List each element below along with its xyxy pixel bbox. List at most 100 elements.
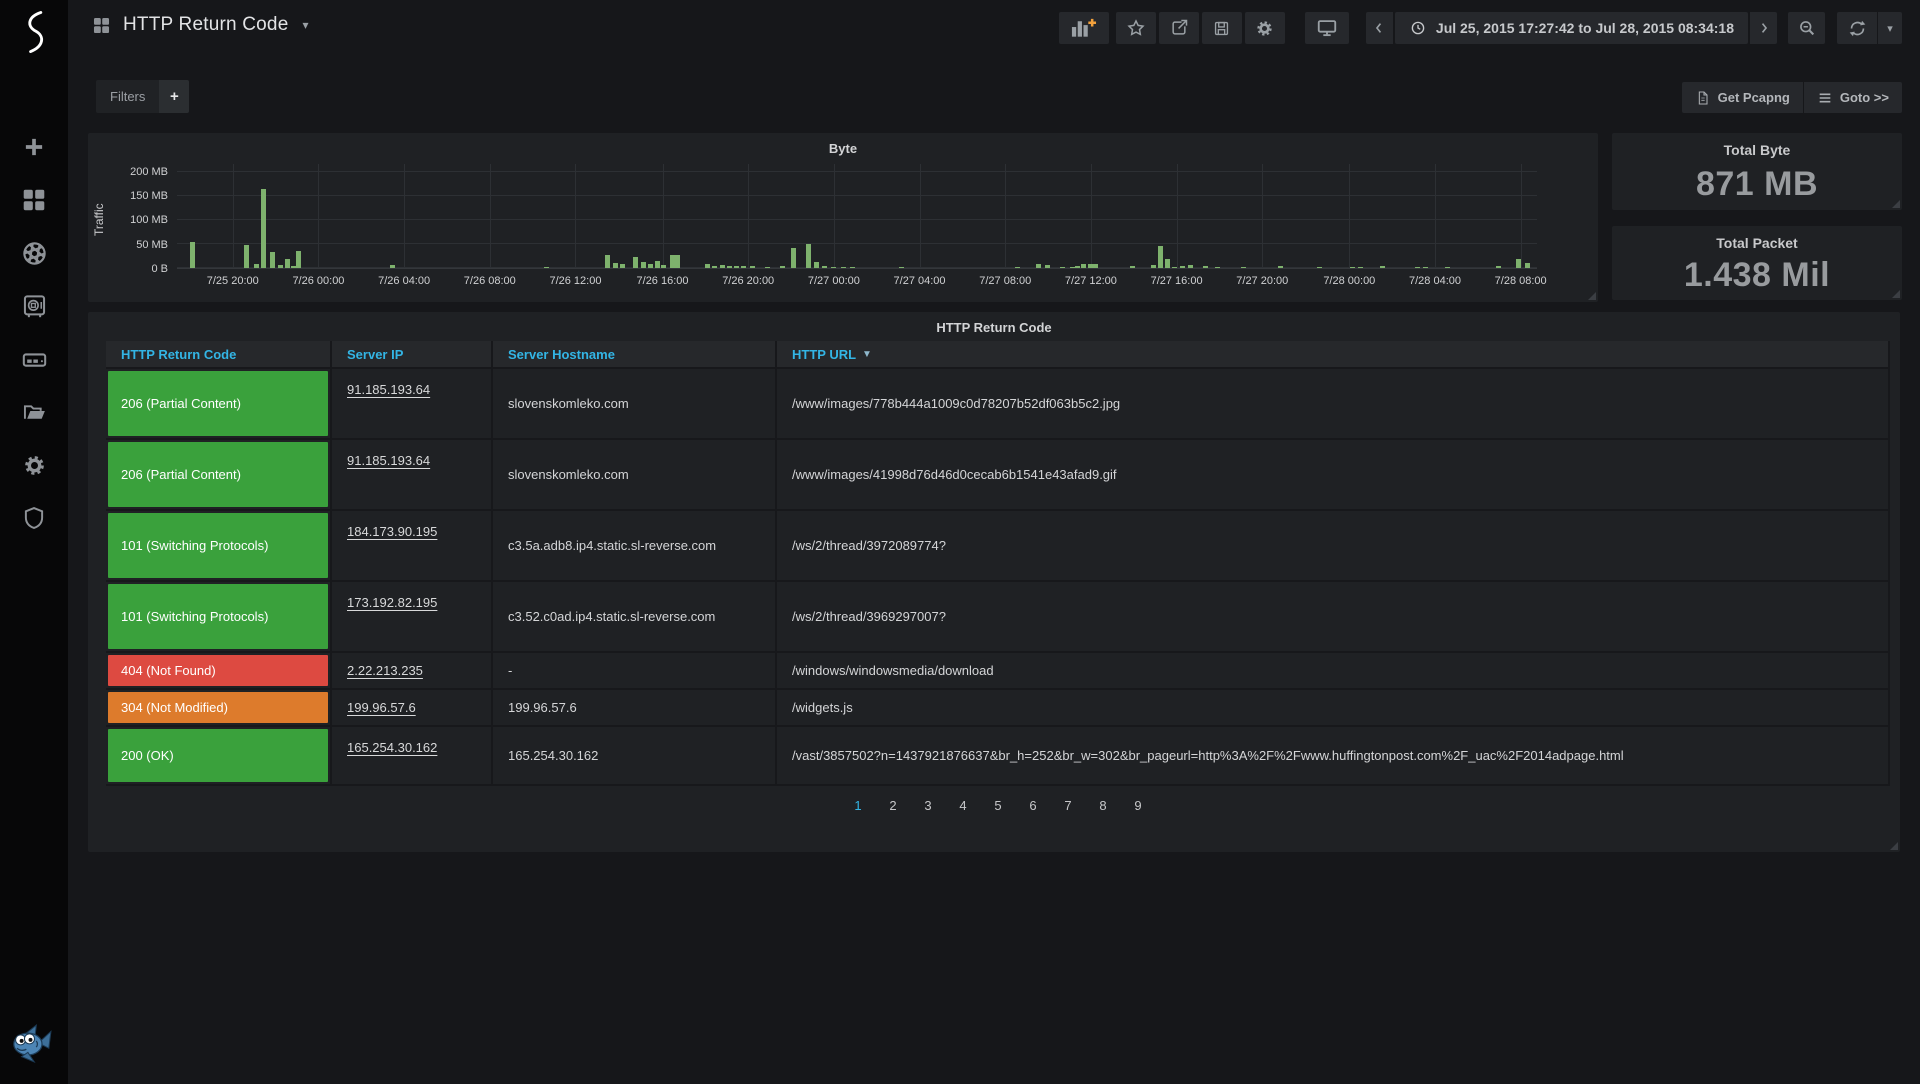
page-number[interactable]: 7 <box>1062 798 1075 813</box>
panel-resize-handle[interactable] <box>1892 200 1900 208</box>
page-number[interactable]: 8 <box>1097 798 1110 813</box>
chart-bar <box>244 245 249 268</box>
save-button[interactable] <box>1202 12 1242 44</box>
panel-resize-handle[interactable] <box>1890 842 1898 850</box>
gridline-vertical <box>1521 164 1522 268</box>
sidebar-item-security[interactable] <box>14 503 54 533</box>
gridline-vertical <box>318 164 319 268</box>
server-ip-link[interactable]: 173.192.82.195 <box>347 595 437 610</box>
table-panel-title[interactable]: HTTP Return Code <box>88 312 1900 335</box>
star-button[interactable] <box>1116 12 1156 44</box>
server-hostname-cell: - <box>493 653 777 688</box>
gridline-vertical <box>575 164 576 268</box>
table-row: 206 (Partial Content)91.185.193.64sloven… <box>106 440 1890 511</box>
goto-button[interactable]: Goto >> <box>1804 82 1902 113</box>
column-header-server-hostname[interactable]: Server Hostname <box>493 341 777 367</box>
column-header-server-ip[interactable]: Server IP <box>332 341 493 367</box>
server-ip-link[interactable]: 2.22.213.235 <box>347 663 423 678</box>
chart-bar <box>1241 267 1246 268</box>
chart-panel-title[interactable]: Byte <box>88 133 1598 156</box>
refresh-interval-dropdown[interactable]: ▾ <box>1878 12 1902 44</box>
http-url-cell: /www/images/41998d76d46d0cecab6b1541e43a… <box>777 440 1890 509</box>
sidebar-item-settings[interactable] <box>14 450 54 480</box>
page-number[interactable]: 9 <box>1132 798 1145 813</box>
add-panel-button[interactable] <box>1059 12 1109 44</box>
sidebar-item-datasources[interactable] <box>14 344 54 374</box>
panel-resize-handle[interactable] <box>1588 292 1596 300</box>
chart-bar <box>1516 259 1521 268</box>
status-code-badge: 206 (Partial Content) <box>108 371 328 436</box>
time-forward-button[interactable] <box>1750 12 1777 44</box>
server-ip-cell: 173.192.82.195 <box>332 582 493 651</box>
gridline-vertical <box>404 164 405 268</box>
sidebar-item-snapshots[interactable] <box>14 238 54 268</box>
page-number[interactable]: 1 <box>852 798 865 813</box>
time-back-button[interactable] <box>1366 12 1393 44</box>
chart-y-axis-label: Traffic <box>90 169 108 270</box>
gridline-horizontal <box>177 219 1537 220</box>
chevron-left-icon <box>1372 20 1386 36</box>
chart-bar <box>899 267 904 268</box>
share-button[interactable] <box>1159 12 1199 44</box>
column-header-http-return-code[interactable]: HTTP Return Code <box>106 341 332 367</box>
server-hostname-cell: 199.96.57.6 <box>493 690 777 725</box>
dashboard-title-dropdown[interactable]: HTTP Return Code ▾ <box>92 14 309 36</box>
stat-panel-title[interactable]: Total Byte <box>1724 133 1791 158</box>
app-logo[interactable] <box>0 6 68 58</box>
settings-button[interactable] <box>1245 12 1285 44</box>
chart-bar <box>1445 267 1450 268</box>
page-number[interactable]: 3 <box>922 798 935 813</box>
get-pcapng-button[interactable]: Get Pcapng <box>1682 82 1803 113</box>
time-range-picker[interactable]: Jul 25, 2015 17:27:42 to Jul 28, 2015 08… <box>1395 12 1748 44</box>
page-number[interactable]: 4 <box>957 798 970 813</box>
chart-bar <box>661 265 666 268</box>
sidebar-item-dashboards[interactable] <box>14 185 54 215</box>
sidebar-item-add[interactable] <box>14 132 54 162</box>
y-tick-label: 100 MB <box>130 214 168 226</box>
zoom-out-button[interactable] <box>1788 12 1825 44</box>
gridline-horizontal <box>177 243 1537 244</box>
refresh-button[interactable] <box>1837 12 1877 44</box>
chart-bar <box>1060 267 1065 268</box>
caret-down-icon: ▾ <box>302 18 308 32</box>
server-ip-link[interactable]: 184.173.90.195 <box>347 524 437 539</box>
chart-bar <box>765 267 770 268</box>
get-pcapng-label: Get Pcapng <box>1718 90 1790 105</box>
panel-resize-handle[interactable] <box>1892 290 1900 298</box>
stat-panel-title[interactable]: Total Packet <box>1716 226 1797 251</box>
kiosk-mode-button[interactable] <box>1305 12 1349 44</box>
server-ip-link[interactable]: 199.96.57.6 <box>347 700 416 715</box>
page-number[interactable]: 6 <box>1027 798 1040 813</box>
page-number[interactable]: 2 <box>887 798 900 813</box>
x-tick-label: 7/26 12:00 <box>549 275 601 287</box>
column-header-http-url[interactable]: HTTP URL ▼ <box>777 341 1890 367</box>
http-url-cell: /windows/windowsmedia/download <box>777 653 1890 688</box>
safe-icon <box>21 293 48 320</box>
gridline-vertical <box>834 164 835 268</box>
status-code-badge: 304 (Not Modified) <box>108 692 328 723</box>
server-ip-link[interactable]: 165.254.30.162 <box>347 740 437 755</box>
page-number[interactable]: 5 <box>992 798 1005 813</box>
sidebar-item-folders[interactable] <box>14 397 54 427</box>
server-ip-cell: 184.173.90.195 <box>332 511 493 580</box>
http-url-cell: /vast/3857502?n=1437921876637&br_h=252&b… <box>777 727 1890 784</box>
chart-bar <box>720 265 725 268</box>
row-actions: Get Pcapng Goto >> <box>1682 82 1902 113</box>
chart-bar <box>1380 266 1385 268</box>
chart-bar <box>613 263 618 268</box>
user-avatar-fish[interactable] <box>7 1022 53 1064</box>
chart-bar <box>675 255 680 268</box>
chart-bar <box>655 261 660 268</box>
http-url-cell: /ws/2/thread/3969297007? <box>777 582 1890 651</box>
chart-bar <box>670 255 675 268</box>
y-tick-label: 150 MB <box>130 190 168 202</box>
add-filter-button[interactable]: + <box>159 80 189 113</box>
x-tick-label: 7/26 20:00 <box>722 275 774 287</box>
server-ip-link[interactable]: 91.185.193.64 <box>347 382 430 397</box>
x-tick-label: 7/27 16:00 <box>1151 275 1203 287</box>
gridline-vertical <box>490 164 491 268</box>
server-ip-cell: 199.96.57.6 <box>332 690 493 725</box>
folder-icon <box>21 399 48 426</box>
server-ip-link[interactable]: 91.185.193.64 <box>347 453 430 468</box>
sidebar-item-vault[interactable] <box>14 291 54 321</box>
